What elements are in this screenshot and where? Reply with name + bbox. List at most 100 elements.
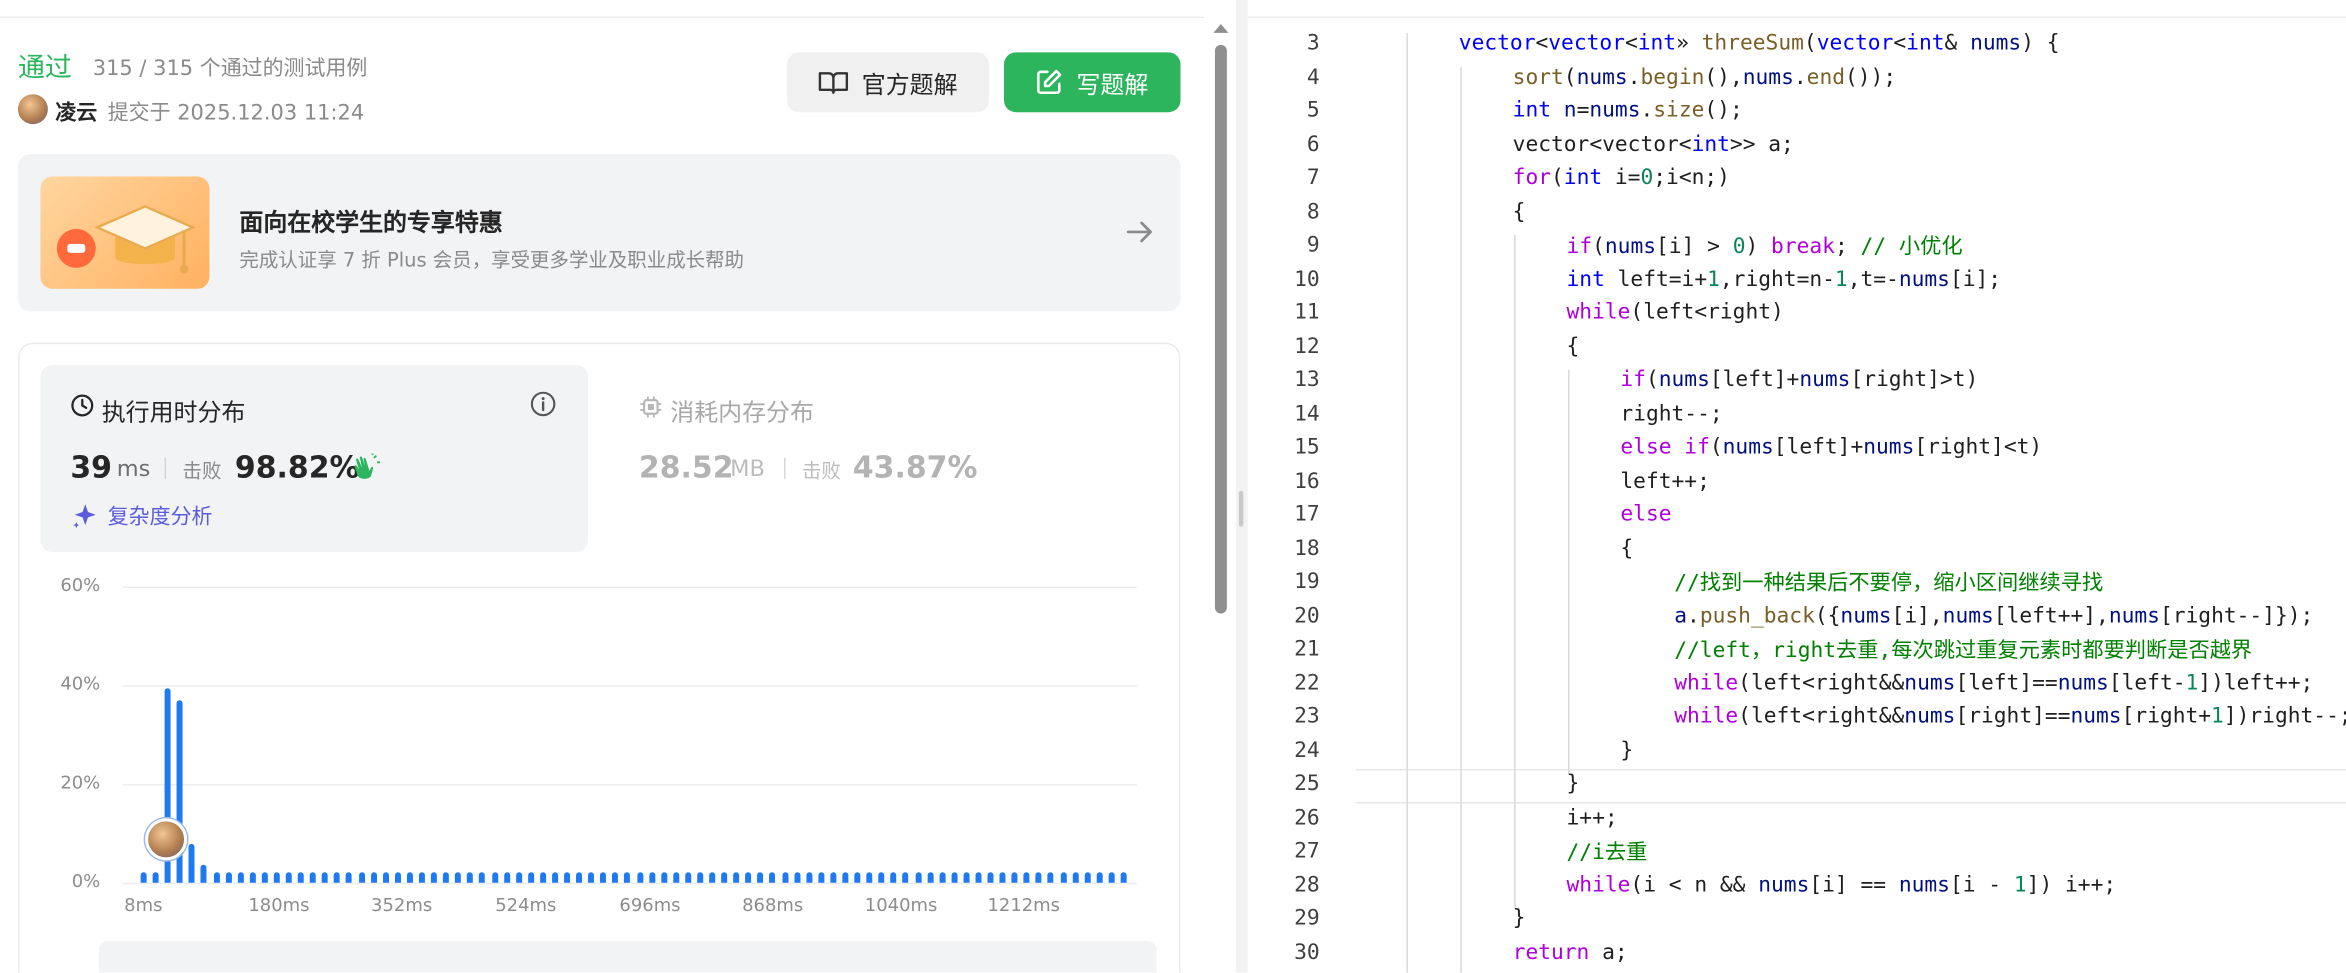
- chart-bar[interactable]: [781, 872, 788, 883]
- chart-bar[interactable]: [951, 872, 958, 883]
- code-line[interactable]: 22 while(left<right&&nums[left]==nums[lef…: [1248, 667, 2346, 701]
- chart-bar[interactable]: [370, 872, 377, 883]
- chart-bar[interactable]: [237, 872, 244, 883]
- code-line[interactable]: 19 //找到一种结果后不要停，缩小区间继续寻找: [1248, 566, 2346, 600]
- code-line[interactable]: 6 vector<vector<int>> a;: [1248, 128, 2346, 162]
- chart-bar[interactable]: [806, 872, 813, 883]
- chart-bar[interactable]: [430, 872, 437, 883]
- chart-bar[interactable]: [152, 872, 159, 883]
- code-line[interactable]: 13 if(nums[left]+nums[right]>t): [1248, 364, 2346, 398]
- code-line[interactable]: 30 return a;: [1248, 936, 2346, 970]
- code-line[interactable]: 24}: [1248, 734, 2346, 768]
- chart-bar[interactable]: [189, 843, 196, 883]
- chart-bar[interactable]: [527, 872, 534, 883]
- code-line[interactable]: 17 else: [1248, 498, 2346, 532]
- chart-bar[interactable]: [285, 872, 292, 883]
- chart-bar[interactable]: [1120, 872, 1127, 883]
- chart-bar[interactable]: [733, 872, 740, 883]
- code-line[interactable]: 23 while(left<right&&nums[right]==nums[ri…: [1248, 700, 2346, 734]
- code-line[interactable]: 21 //left，right去重,每次跳过重复元素时都要判断是否越界: [1248, 633, 2346, 667]
- chart-bar[interactable]: [648, 872, 655, 883]
- chart-bar[interactable]: [757, 872, 764, 883]
- chart-bar[interactable]: [818, 872, 825, 883]
- chart-bar[interactable]: [406, 872, 413, 883]
- chart-bar[interactable]: [346, 872, 353, 883]
- chart-bar[interactable]: [624, 872, 631, 883]
- chart-bar[interactable]: [878, 872, 885, 883]
- chart-bar[interactable]: [1108, 872, 1115, 883]
- chart-bar[interactable]: [902, 872, 909, 883]
- scroll-up-arrow-icon[interactable]: [1213, 23, 1229, 33]
- code-line[interactable]: 14 right--;: [1248, 397, 2346, 431]
- chart-bar[interactable]: [672, 872, 679, 883]
- code-line[interactable]: 26 i++;: [1248, 801, 2346, 835]
- chart-bar[interactable]: [1072, 872, 1079, 883]
- code-line[interactable]: 5 int n=nums.size();: [1248, 94, 2346, 128]
- code-line[interactable]: 28 while(i < n && nums[i] == nums[i - 1])…: [1248, 869, 2346, 903]
- chart-bar[interactable]: [636, 872, 643, 883]
- user-position-marker[interactable]: [145, 818, 188, 861]
- chart-bar[interactable]: [745, 872, 752, 883]
- chart-bar[interactable]: [1035, 872, 1042, 883]
- chart-bar[interactable]: [866, 872, 873, 883]
- chart-bar[interactable]: [552, 872, 558, 883]
- chart-bar[interactable]: [914, 872, 921, 883]
- chart-bar[interactable]: [999, 872, 1006, 883]
- chart-bar[interactable]: [564, 872, 571, 883]
- chart-bar[interactable]: [297, 872, 304, 883]
- chart-bar[interactable]: [987, 872, 994, 883]
- code-line[interactable]: 4 sort(nums.begin(),nums.end());: [1248, 61, 2346, 95]
- code-editor[interactable]: 3 vector<vector<int» threeSum(vector<int&…: [1247, 0, 2346, 973]
- code-line[interactable]: 10 int left=i+1,right=n-1,t=-nums[i];: [1248, 263, 2346, 297]
- code-line[interactable]: 25}: [1248, 768, 2346, 802]
- chart-bar[interactable]: [201, 865, 208, 883]
- chart-bar[interactable]: [1084, 872, 1091, 883]
- code-line[interactable]: 18 {: [1248, 532, 2346, 566]
- chart-bar[interactable]: [769, 872, 776, 883]
- chart-bar[interactable]: [310, 872, 317, 883]
- chart-bar[interactable]: [842, 872, 849, 883]
- code-line[interactable]: 8{: [1248, 195, 2346, 229]
- chart-bar[interactable]: [939, 872, 946, 883]
- chart-bar[interactable]: [539, 872, 546, 883]
- chart-bar[interactable]: [249, 872, 256, 883]
- chart-bar[interactable]: [467, 872, 474, 883]
- chart-bar[interactable]: [576, 872, 583, 883]
- chart-bar[interactable]: [1023, 872, 1030, 883]
- chart-bar[interactable]: [225, 872, 232, 883]
- chart-bar[interactable]: [709, 872, 716, 883]
- code-line[interactable]: 27 //i去重: [1248, 835, 2346, 869]
- chart-bar[interactable]: [600, 872, 607, 883]
- chart-bar[interactable]: [443, 872, 450, 883]
- code-line[interactable]: 11 while(left<right): [1248, 296, 2346, 330]
- chart-bar[interactable]: [890, 872, 897, 883]
- chart-bar[interactable]: [1096, 872, 1103, 883]
- chart-bar[interactable]: [479, 872, 486, 883]
- chart-bar[interactable]: [334, 872, 341, 883]
- code-line[interactable]: 15 else if(nums[left]+nums[right]<t): [1248, 431, 2346, 465]
- chart-bar[interactable]: [455, 872, 462, 883]
- chart-range-bar[interactable]: [98, 941, 1157, 973]
- code-lines[interactable]: 3 vector<vector<int» threeSum(vector<int&…: [1248, 0, 2346, 973]
- scrollbar-thumb[interactable]: [1214, 44, 1227, 614]
- chart-bar[interactable]: [382, 872, 389, 883]
- chart-bar[interactable]: [140, 872, 147, 883]
- chart-bar[interactable]: [927, 872, 934, 883]
- code-line[interactable]: 9 if(nums[i] > 0) break; // 小优化: [1248, 229, 2346, 263]
- chart-bar[interactable]: [963, 872, 970, 883]
- chart-bar[interactable]: [793, 872, 800, 883]
- chart-bar[interactable]: [721, 872, 728, 883]
- code-line[interactable]: 3 vector<vector<int» threeSum(vector<int&…: [1248, 27, 2346, 61]
- code-line[interactable]: 7 for(int i=0;i<n;): [1248, 162, 2346, 196]
- chart-bar[interactable]: [685, 872, 692, 883]
- chart-bar[interactable]: [418, 872, 425, 883]
- chart-bar[interactable]: [394, 872, 401, 883]
- chart-bar[interactable]: [491, 872, 498, 883]
- chart-bar[interactable]: [213, 872, 220, 883]
- splitter-grip[interactable]: [1238, 490, 1244, 527]
- chart-bar[interactable]: [854, 872, 861, 883]
- chart-bar[interactable]: [515, 872, 522, 883]
- code-line[interactable]: 12 {: [1248, 330, 2346, 364]
- chart-bar[interactable]: [358, 872, 365, 883]
- chart-bar[interactable]: [975, 872, 982, 883]
